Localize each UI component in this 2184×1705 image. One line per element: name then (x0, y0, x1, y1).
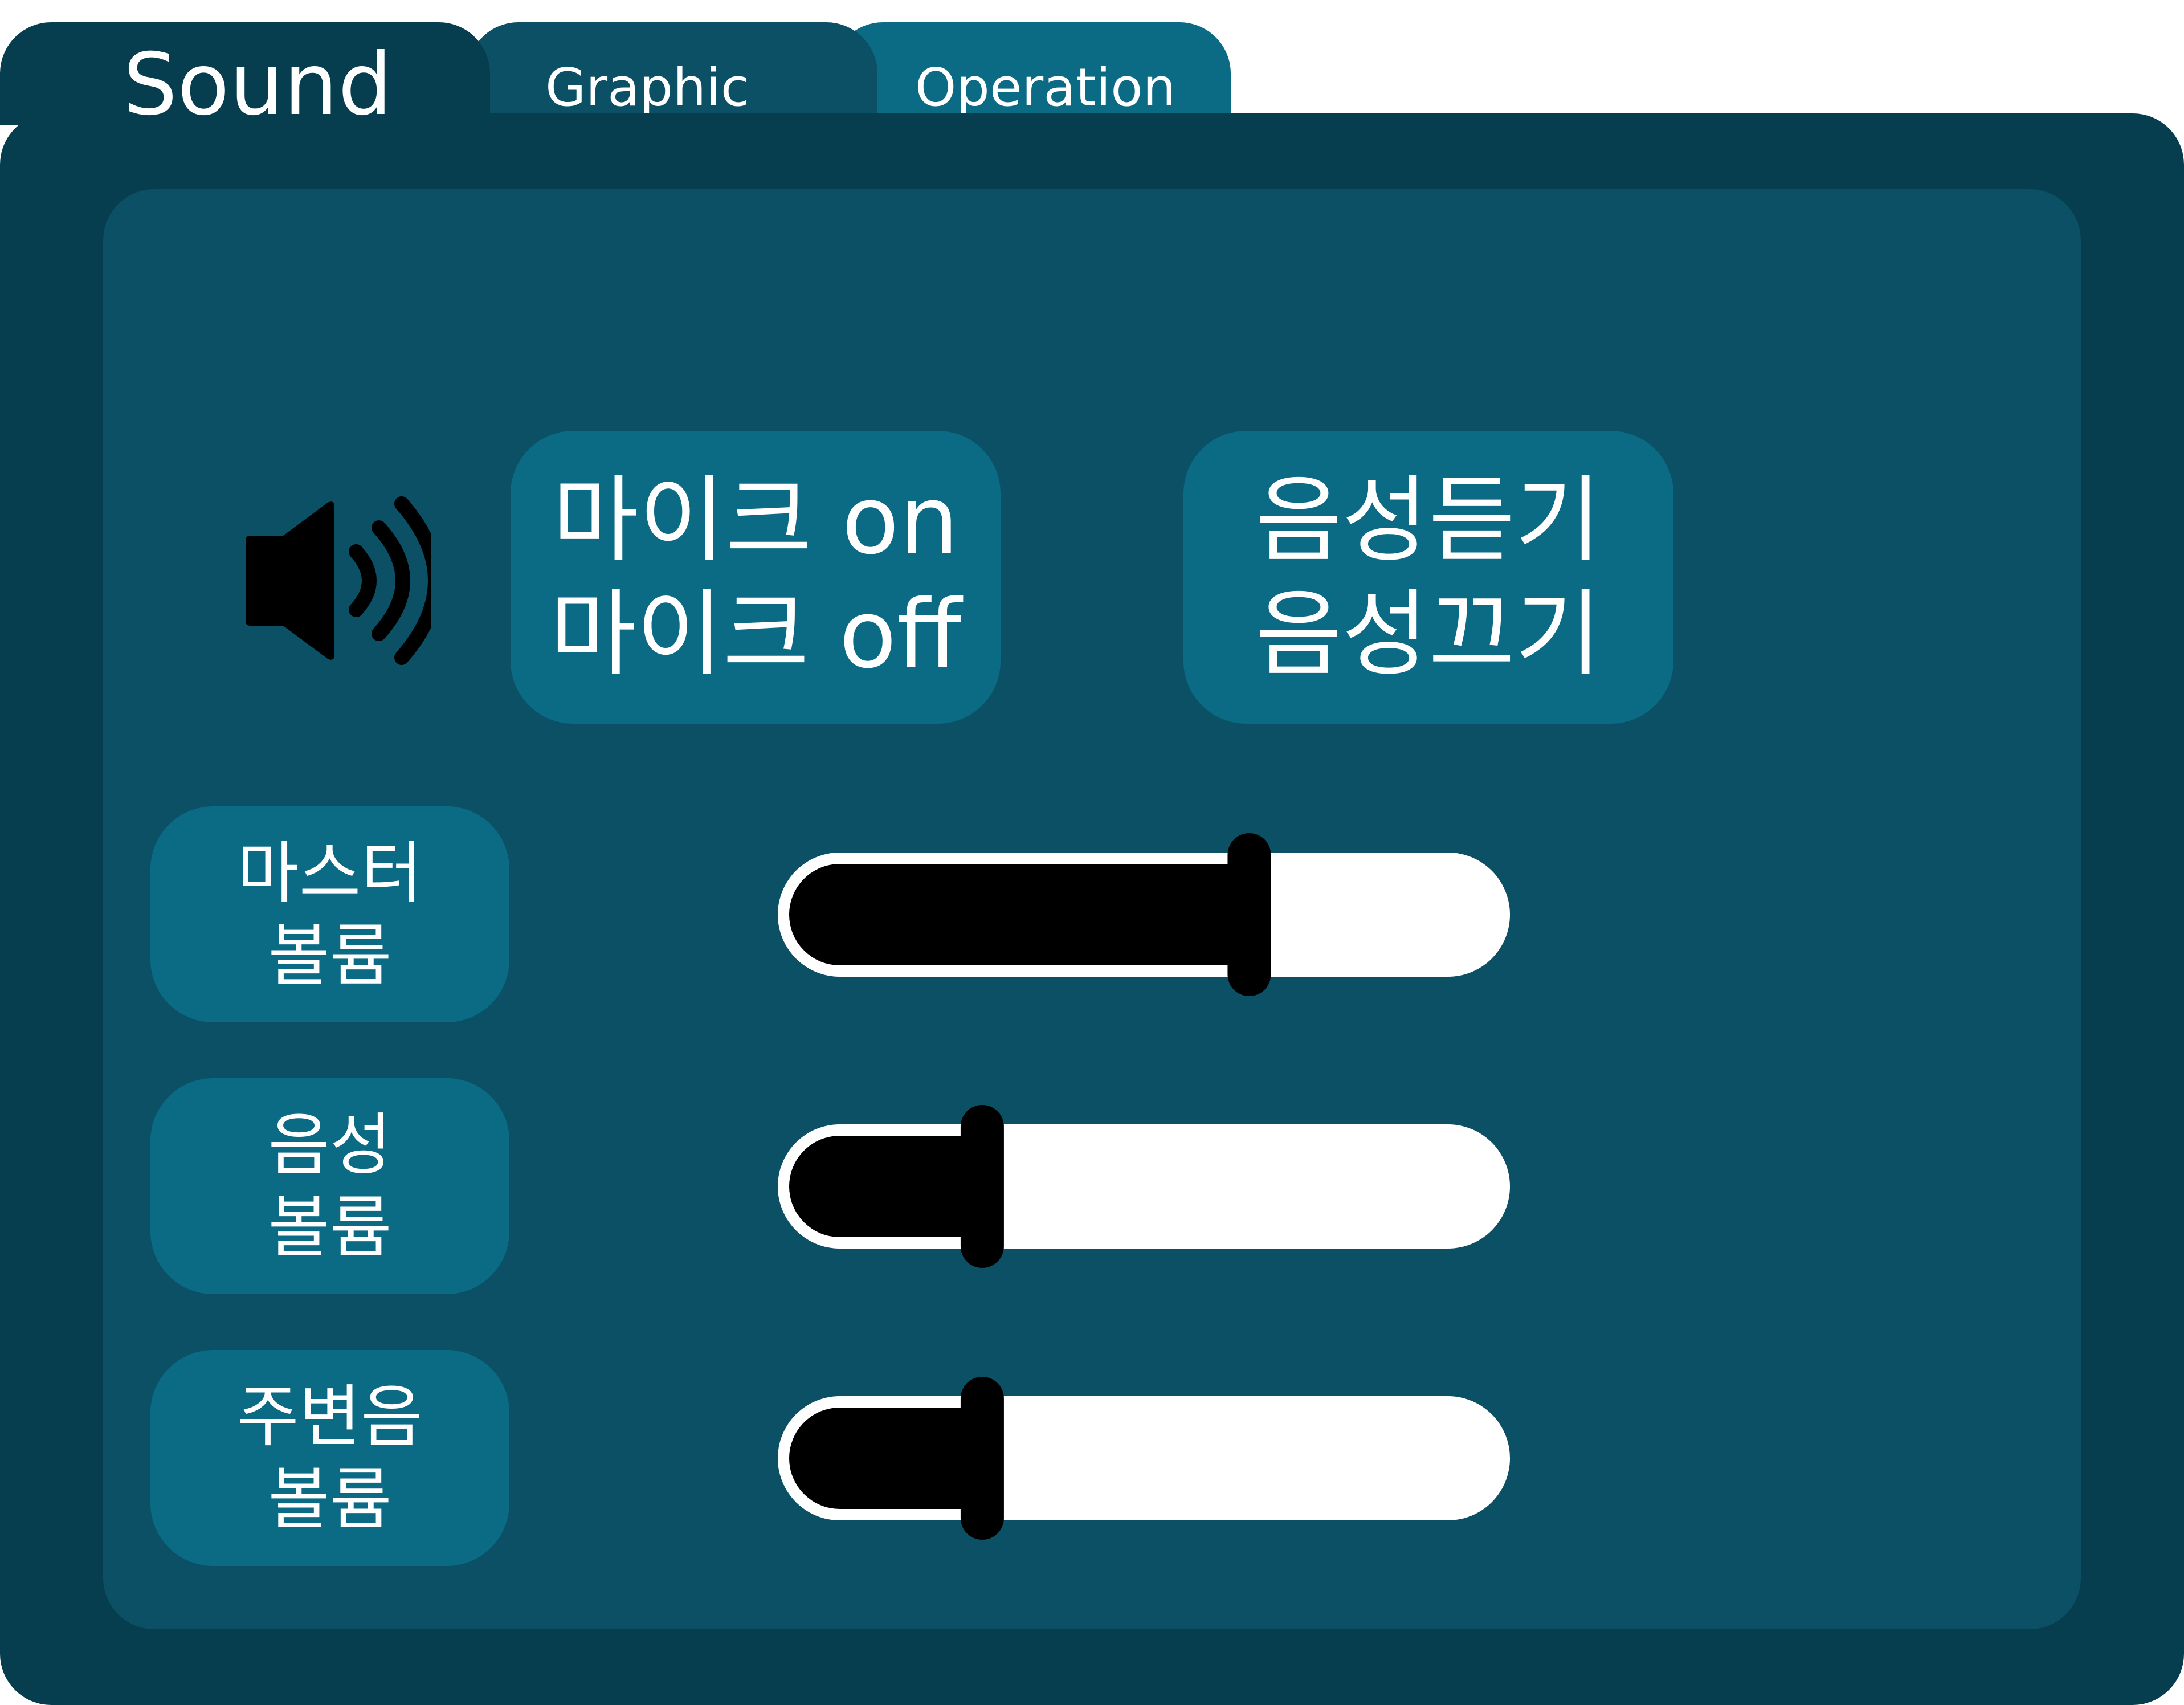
master-volume-slider[interactable] (778, 833, 1510, 996)
slider-knob[interactable] (960, 1377, 1004, 1540)
sound-settings-area: 마이크 on 마이크 off 음성듣기 음성끄기 마스터 볼륨 음성 볼륨 주변… (103, 189, 2081, 1629)
master-volume-label: 마스터 볼륨 (150, 806, 509, 1022)
tab-operation[interactable]: Operation (832, 22, 1231, 125)
voice-mute-label: 음성끄기 (1255, 580, 1602, 689)
voice-volume-label: 음성 볼륨 (150, 1078, 509, 1294)
tab-graphic[interactable]: Graphic (467, 22, 877, 125)
mic-toggle-button[interactable]: 마이크 on 마이크 off (511, 431, 1001, 724)
mic-on-label: 마이크 on (552, 466, 959, 575)
tab-sound[interactable]: Sound (0, 22, 490, 134)
ambient-volume-label: 주변음 볼륨 (150, 1350, 509, 1566)
voice-toggle-button[interactable]: 음성듣기 음성끄기 (1183, 431, 1673, 724)
voice-volume-slider[interactable] (778, 1105, 1510, 1268)
settings-panel: 마이크 on 마이크 off 음성듣기 음성끄기 마스터 볼륨 음성 볼륨 주변… (0, 113, 2184, 1705)
slider-fill (789, 864, 1255, 965)
tab-sound-label: Sound (123, 35, 393, 134)
slider-knob[interactable] (960, 1105, 1004, 1268)
ambient-volume-slider[interactable] (778, 1377, 1510, 1540)
voice-listen-label: 음성듣기 (1255, 466, 1602, 575)
speaker-volume-icon (246, 496, 431, 665)
slider-knob[interactable] (1227, 833, 1271, 996)
mic-off-label: 마이크 off (549, 580, 962, 689)
